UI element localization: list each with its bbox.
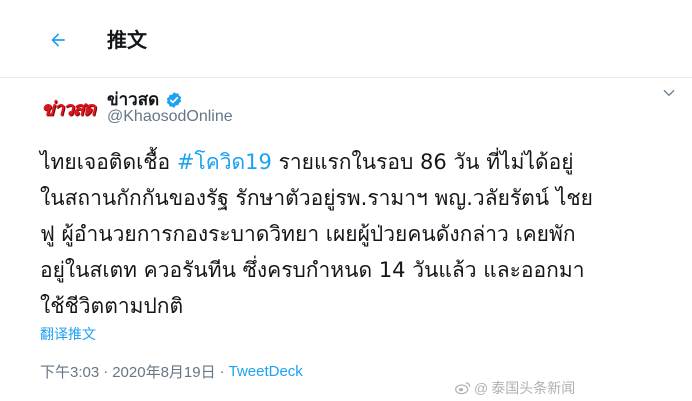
tweet-line: อยู่ในสเตท ควอรันทีน ซึ่งครบกำหนด 14 วัน… [40,258,585,282]
tweet-date[interactable]: 2020年8月19日 [112,361,215,382]
tweet-meta: 下午3:03 · 2020年8月19日 · TweetDeck [40,361,303,382]
tweet-line1-after: รายแรกในรอบ 86 วัน ที่ไม่ได้อยู่ [271,150,574,174]
tweet-line: ในสถานกักกันของรัฐ รักษาตัวอยู่รพ.รามาฯ … [40,186,593,210]
weibo-logo-icon [455,382,471,395]
meta-separator: · [219,363,225,380]
more-options-button[interactable] [660,84,678,102]
watermark-text: 泰国头条新闻 [491,380,576,396]
tweet-time[interactable]: 下午3:03 [40,361,99,382]
page-title: 推文 [107,30,147,52]
author-handle[interactable]: @KhaosodOnline [107,108,233,126]
chevron-down-icon [663,90,675,96]
arrow-left-icon [51,33,65,47]
meta-separator: · [103,363,109,380]
tweet-line: ไทยเจอติดเชื้อ #โควิด19 รายแรกในรอบ 86 ว… [40,144,685,180]
tweet-line: ใช้ชีวิตตามปกติ [40,294,184,318]
tweet-line: ฟู ผู้อำนวยการกองระบาดวิทยา เผยผู้ป่วยคน… [40,222,576,246]
watermark-at: @ [474,380,489,396]
back-button[interactable] [40,22,76,58]
hashtag-link[interactable]: #โควิด19 [177,150,272,174]
tweet-line1-before: ไทยเจอติดเชื้อ [40,150,177,174]
translate-tweet-link[interactable]: 翻译推文 [40,324,96,344]
avatar-logo-text: ข่าวสด [41,98,95,120]
watermark: @ 泰国头条新闻 [455,378,575,398]
avatar[interactable]: ข่าวสด [38,86,98,132]
tweet-body: ไทยเจอติดเชื้อ #โควิด19 รายแรกในรอบ 86 ว… [40,144,685,324]
top-bar: 推文 [0,0,692,78]
tweet-source-link[interactable]: TweetDeck [229,363,303,380]
verified-badge-icon [167,91,182,108]
